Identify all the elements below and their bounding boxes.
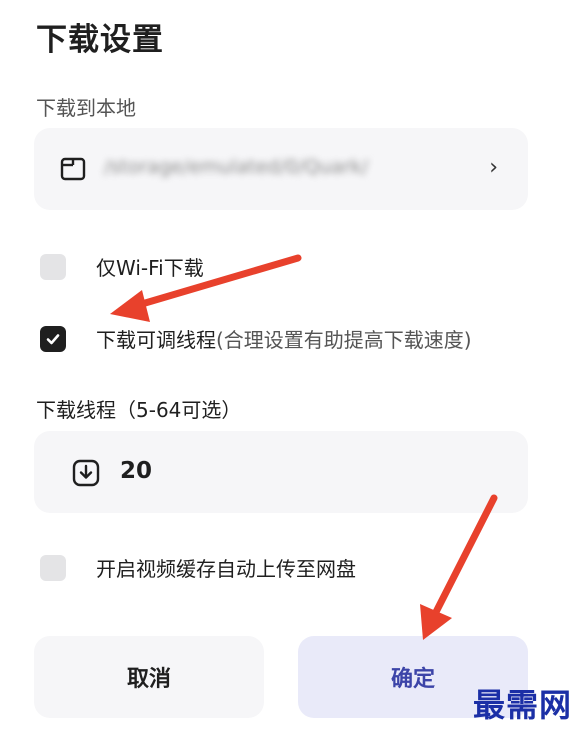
adjustable-threads-checkbox[interactable] [40, 325, 66, 352]
threads-input[interactable]: 20 [34, 431, 528, 513]
auto-upload-option[interactable]: 开启视频缓存自动上传至网盘 [40, 553, 356, 582]
download-path-text: /storage/emulated/0/Quark/ [104, 156, 369, 178]
auto-upload-label: 开启视频缓存自动上传至网盘 [96, 557, 356, 581]
download-path-selector[interactable]: /storage/emulated/0/Quark/ › [34, 128, 528, 210]
cancel-button[interactable]: 取消 [34, 636, 264, 718]
wifi-only-checkbox[interactable] [40, 253, 66, 280]
page-title: 下载设置 [36, 22, 164, 58]
adjustable-threads-hint: (合理设置有助提高下载速度) [216, 328, 472, 352]
checkmark-icon [46, 333, 60, 344]
threads-value: 20 [120, 458, 153, 484]
wifi-only-option[interactable]: 仅Wi-Fi下载 [40, 252, 204, 281]
adjustable-threads-label-main: 下载可调线程 [96, 328, 216, 352]
folder-icon [60, 157, 86, 181]
auto-upload-checkbox[interactable] [40, 554, 66, 581]
adjustable-threads-label: 下载可调线程(合理设置有助提高下载速度) [96, 324, 472, 353]
chevron-right-icon: › [489, 155, 498, 180]
watermark-logo: 最需网 [472, 686, 572, 724]
download-location-label: 下载到本地 [36, 96, 136, 120]
wifi-only-label: 仅Wi-Fi下载 [96, 256, 204, 280]
threads-label: 下载线程（5-64可选） [36, 398, 242, 422]
annotation-arrow-confirm [420, 494, 498, 640]
download-icon [72, 459, 100, 487]
adjustable-threads-option[interactable]: 下载可调线程(合理设置有助提高下载速度) [40, 324, 472, 353]
